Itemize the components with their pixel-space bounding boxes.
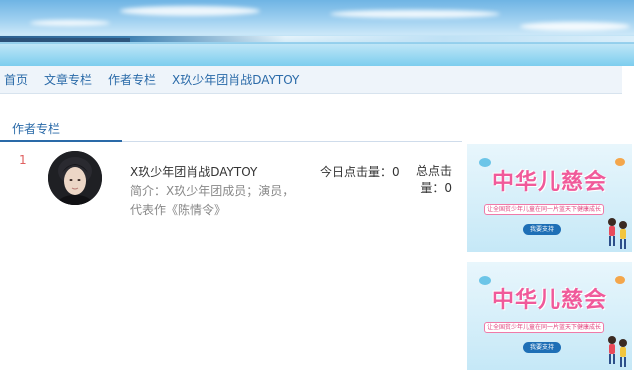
total-clicks-count: 总点击量：0 (415, 164, 452, 195)
ad-title: 中华儿慈会 (491, 170, 607, 195)
children-illustration-icon (608, 218, 627, 249)
author-description: 简介：X玖少年团成员；演员，代表作《陈情令》 (130, 184, 295, 217)
top-nav: 首页 文章专栏 作者专栏 X玖少年团肖战DAYTOY (0, 66, 622, 94)
nav-item-authors[interactable]: 作者专栏 (108, 71, 156, 88)
nav-item-home[interactable]: 首页 (4, 71, 28, 88)
ad-slogan: 让全国贫少年儿童在同一片蓝天下健康成长 (484, 322, 604, 333)
ad-support-button[interactable]: 我要支持 (523, 224, 561, 235)
children-illustration-icon (608, 336, 627, 367)
tab-authors-column[interactable]: 作者专栏 (12, 120, 60, 137)
section-tab-bar: 作者专栏 (0, 118, 462, 142)
nav-item-articles[interactable]: 文章专栏 (44, 71, 92, 88)
ad-title: 中华儿慈会 (491, 288, 607, 313)
ad-support-button[interactable]: 我要支持 (523, 342, 561, 353)
avatar[interactable] (48, 151, 102, 205)
charity-ad-banner[interactable]: 中华儿慈会 让全国贫少年儿童在同一片蓝天下健康成长 我要支持 (467, 144, 632, 252)
today-clicks-count: 今日点击量：0 (320, 165, 400, 179)
tab-active-underline (0, 140, 122, 142)
author-name-link[interactable]: X玖少年团肖战DAYTOY (130, 163, 257, 180)
header-banner (0, 0, 634, 66)
avatar-photo-icon (48, 151, 102, 205)
rank-number: 1 (19, 153, 27, 167)
charity-ad-banner[interactable]: 中华儿慈会 让全国贫少年儿童在同一片蓝天下健康成长 我要支持 (467, 262, 632, 370)
ad-slogan: 让全国贫少年儿童在同一片蓝天下健康成长 (484, 204, 604, 215)
nav-item-current-author[interactable]: X玖少年团肖战DAYTOY (172, 71, 299, 88)
